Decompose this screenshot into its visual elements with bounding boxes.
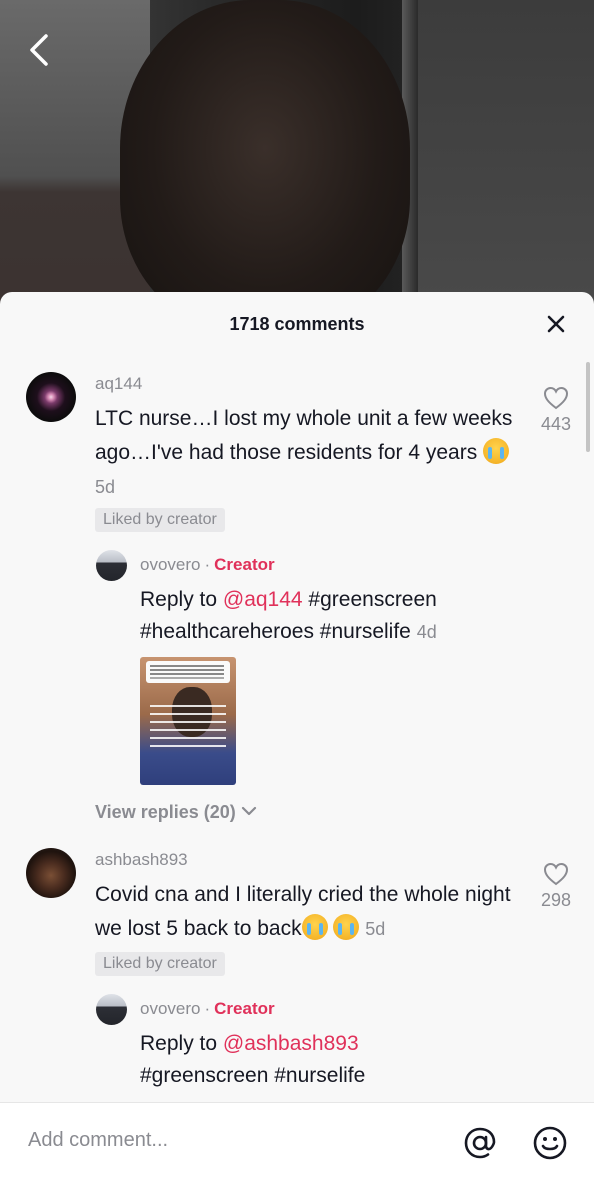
comment-text: Covid cna and I literally cried the whol…: [95, 878, 515, 946]
emoji-button[interactable]: [532, 1125, 568, 1161]
reply-header: ovovero · Creator: [140, 555, 275, 575]
comment-text: LTC nurse…I lost my whole unit a few wee…: [95, 402, 515, 504]
reply-prefix: Reply to: [140, 1032, 223, 1055]
reply-username[interactable]: ovovero: [140, 555, 200, 574]
comments-sheet: 1718 comments aq144 LTC nurse…I lost my …: [0, 292, 594, 1200]
reply-text: Reply to @aq144 #greenscreen #healthcare…: [140, 584, 540, 648]
reply-hashtags[interactable]: #greenscreen #nurselife: [140, 1064, 365, 1087]
separator-dot: ·: [204, 999, 211, 1018]
heart-outline-icon: [543, 386, 569, 410]
creator-avatar[interactable]: [96, 994, 127, 1025]
comments-header: 1718 comments: [0, 292, 594, 356]
reply-mention[interactable]: @ashbash893: [223, 1032, 359, 1055]
avatar[interactable]: [26, 372, 76, 422]
like-button[interactable]: 443: [526, 386, 586, 435]
heart-outline-icon: [543, 862, 569, 886]
thumbnail-overlay-text: [150, 705, 226, 753]
back-button[interactable]: [22, 30, 58, 70]
view-replies-button[interactable]: View replies (20): [95, 802, 257, 823]
separator-dot: ·: [204, 555, 211, 574]
creator-tag: Creator: [214, 999, 275, 1018]
comment-body: LTC nurse…I lost my whole unit a few wee…: [95, 407, 513, 464]
reply-header: ovovero · Creator: [140, 999, 275, 1019]
video-person: [120, 0, 410, 320]
creator-avatar[interactable]: [96, 550, 127, 581]
reply-video-thumbnail[interactable]: [140, 657, 236, 785]
comment-username[interactable]: aq144: [95, 374, 142, 394]
at-sign-icon: [464, 1127, 496, 1159]
reply-text: Reply to @ashbash893 #greenscreen #nursel…: [140, 1028, 540, 1092]
comment-username[interactable]: ashbash893: [95, 850, 188, 870]
reply-mention[interactable]: @aq144: [223, 588, 303, 611]
crying-emoji-icon: [333, 914, 360, 940]
reply-prefix: Reply to: [140, 588, 223, 611]
comment-composer: [0, 1102, 594, 1201]
avatar[interactable]: [26, 848, 76, 898]
reply-username[interactable]: ovovero: [140, 999, 200, 1018]
liked-by-creator-badge: Liked by creator: [95, 952, 225, 976]
view-replies-label: View replies (20): [95, 802, 236, 822]
creator-tag: Creator: [214, 555, 275, 574]
liked-by-creator-badge: Liked by creator: [95, 508, 225, 532]
chevron-left-icon: [30, 34, 48, 66]
crying-emoji-icon: [483, 438, 510, 464]
thumbnail-caption-text: [150, 665, 224, 667]
like-button[interactable]: 298: [526, 862, 586, 911]
chevron-down-icon: [241, 806, 256, 816]
mention-button[interactable]: [462, 1125, 498, 1161]
comment-time: 5d: [365, 919, 386, 939]
add-comment-input[interactable]: [28, 1129, 408, 1152]
comment-time: 5d: [95, 477, 116, 497]
video-wall-right: [404, 0, 594, 320]
like-count: 298: [540, 890, 572, 910]
close-icon: [547, 315, 565, 333]
video-background: [0, 0, 594, 320]
crying-emoji-icon: [301, 914, 328, 940]
close-button[interactable]: [546, 314, 566, 334]
smiley-icon: [533, 1126, 567, 1160]
comments-count-title: 1718 comments: [229, 314, 365, 334]
like-count: 443: [540, 414, 572, 434]
scrollbar[interactable]: [586, 362, 590, 452]
reply-time: 4d: [416, 622, 437, 642]
